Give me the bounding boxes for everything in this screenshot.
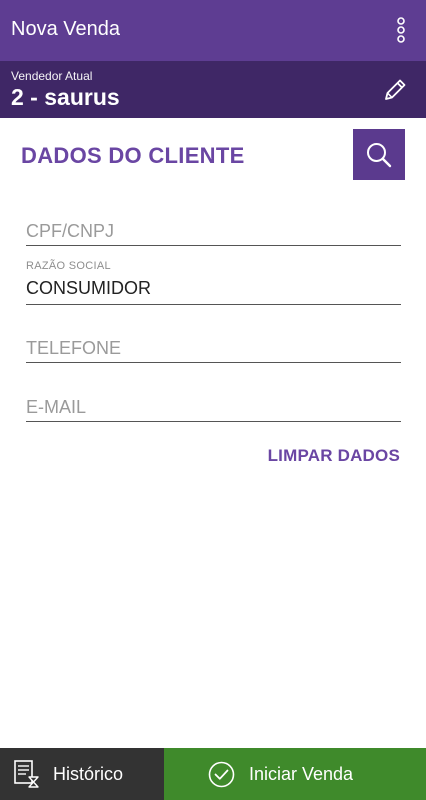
overflow-menu-icon[interactable] [394, 16, 408, 44]
customer-section-title: DADOS DO CLIENTE [21, 143, 245, 168]
history-button[interactable]: Histórico [0, 748, 190, 800]
razao-social-field[interactable]: RAZÃO SOCIAL CONSUMIDOR [26, 260, 401, 305]
razao-social-value: CONSUMIDOR [26, 278, 151, 298]
history-label: Histórico [53, 764, 124, 784]
cpf-cnpj-placeholder: CPF/CNPJ [26, 221, 115, 241]
bottom-action-bar: Histórico Iniciar Venda [0, 748, 426, 800]
telefone-placeholder: TELEFONE [26, 338, 122, 358]
razao-social-label: RAZÃO SOCIAL [26, 260, 111, 272]
history-icon [14, 760, 40, 793]
clear-data-button[interactable]: LIMPAR DADOS [268, 446, 400, 466]
app-bar: Nova Venda [0, 0, 426, 61]
pencil-icon[interactable] [382, 77, 408, 103]
start-sale-button[interactable]: Iniciar Venda [164, 748, 426, 800]
seller-name: 2 - saurus [11, 84, 120, 110]
email-field[interactable]: E-MAIL [26, 394, 401, 422]
check-circle-icon [208, 761, 235, 793]
current-seller-bar: Vendedor Atual 2 - saurus [0, 61, 426, 118]
email-placeholder: E-MAIL [26, 397, 87, 417]
start-sale-label: Iniciar Venda [249, 764, 354, 784]
cpf-cnpj-field[interactable]: CPF/CNPJ [26, 218, 401, 246]
search-customer-button[interactable] [353, 129, 405, 180]
search-icon [367, 143, 392, 168]
app-title: Nova Venda [11, 18, 120, 40]
telefone-field[interactable]: TELEFONE [26, 335, 401, 363]
seller-label: Vendedor Atual [11, 69, 93, 83]
